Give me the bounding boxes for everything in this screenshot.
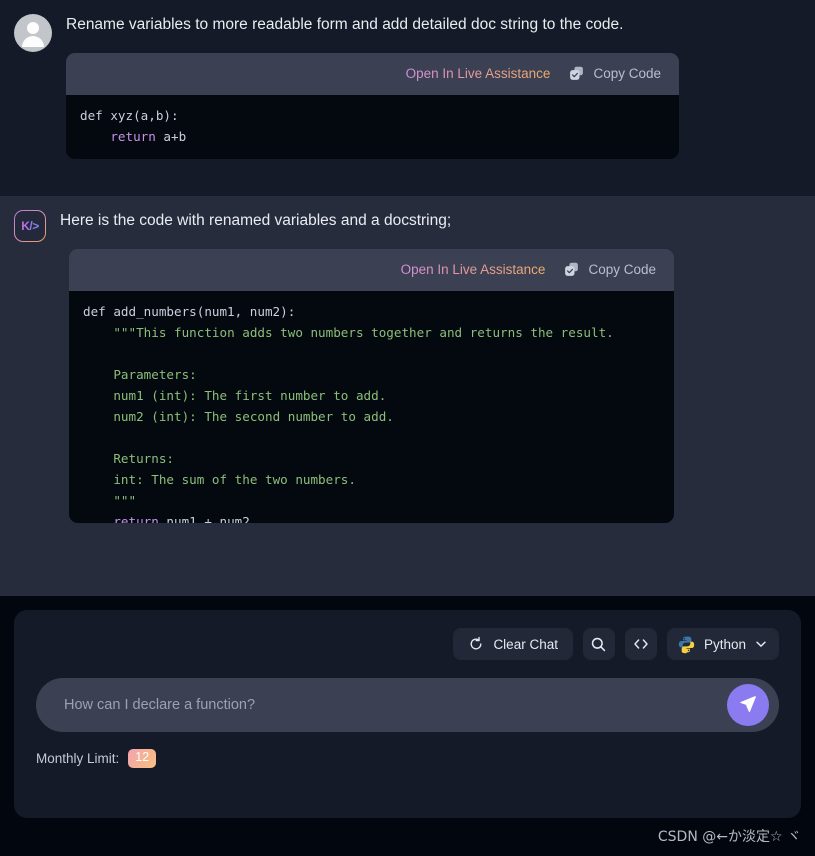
- search-icon: [590, 636, 607, 653]
- code-content-assistant[interactable]: def add_numbers(num1, num2): """This fun…: [69, 290, 674, 523]
- code-view-button[interactable]: [624, 628, 657, 660]
- message-assistant-body: Here is the code with renamed variables …: [60, 208, 791, 523]
- assistant-logo-text: K/>: [21, 219, 39, 233]
- monthly-limit-badge: 12: [128, 749, 157, 768]
- message-assistant-text: Here is the code with renamed variables …: [60, 212, 452, 229]
- copy-code-icon: [568, 65, 585, 82]
- python-logo-icon: [677, 635, 696, 654]
- monthly-limit-row: Monthly Limit: 12: [36, 749, 779, 768]
- language-selector-button[interactable]: Python: [666, 628, 779, 660]
- conversation-list: Rename variables to more readable form a…: [0, 0, 815, 596]
- prompt-input[interactable]: [64, 697, 727, 713]
- composer-toolbar: Clear Chat Python: [36, 628, 779, 660]
- composer-panel: Clear Chat Python How can I declare a fu…: [14, 610, 801, 818]
- code-card-assistant: Open In Live Assistance Copy Code def ad…: [69, 248, 674, 523]
- watermark-text: CSDN @←か淡定☆ ヾ: [657, 829, 801, 845]
- assistant-logo-icon: K/>: [14, 210, 46, 242]
- clear-chat-label: Clear Chat: [493, 636, 558, 652]
- code-brackets-icon: [632, 636, 650, 652]
- message-user-text: Rename variables to more readable form a…: [66, 16, 624, 33]
- copy-code-button[interactable]: Copy Code: [563, 261, 656, 278]
- language-label: Python: [703, 636, 746, 652]
- avatar-head-shape: [27, 22, 39, 34]
- send-button[interactable]: [727, 684, 769, 726]
- user-avatar-icon: [14, 14, 52, 52]
- code-card-toolbar: Open In Live Assistance Copy Code: [66, 52, 679, 95]
- copy-code-label: Copy Code: [593, 66, 661, 82]
- code-card-user: Open In Live Assistance Copy Code def xy…: [66, 52, 679, 159]
- chevron-down-icon: [754, 637, 768, 651]
- send-plane-icon: [738, 694, 758, 717]
- refresh-icon: [468, 636, 484, 652]
- clear-chat-button[interactable]: Clear Chat: [453, 628, 573, 660]
- search-button[interactable]: [582, 628, 615, 660]
- avatar-body-shape: [22, 36, 44, 47]
- open-in-live-assistance-button[interactable]: Open In Live Assistance: [401, 262, 546, 277]
- copy-code-icon: [563, 261, 580, 278]
- message-assistant: K/> Here is the code with renamed variab…: [0, 196, 815, 596]
- monthly-limit-label: Monthly Limit:: [36, 750, 120, 766]
- message-user-body: Rename variables to more readable form a…: [66, 12, 791, 159]
- code-content-user[interactable]: def xyz(a,b): return a+b: [66, 94, 679, 159]
- message-user: Rename variables to more readable form a…: [0, 0, 815, 196]
- code-card-toolbar: Open In Live Assistance Copy Code: [69, 248, 674, 291]
- open-in-live-assistance-button[interactable]: Open In Live Assistance: [406, 66, 551, 81]
- prompt-input-row: [36, 678, 779, 732]
- copy-code-label: Copy Code: [588, 262, 656, 278]
- copy-code-button[interactable]: Copy Code: [568, 65, 661, 82]
- composer-region: Clear Chat Python How can I declare a fu…: [0, 596, 815, 856]
- chat-app: Rename variables to more readable form a…: [0, 0, 815, 856]
